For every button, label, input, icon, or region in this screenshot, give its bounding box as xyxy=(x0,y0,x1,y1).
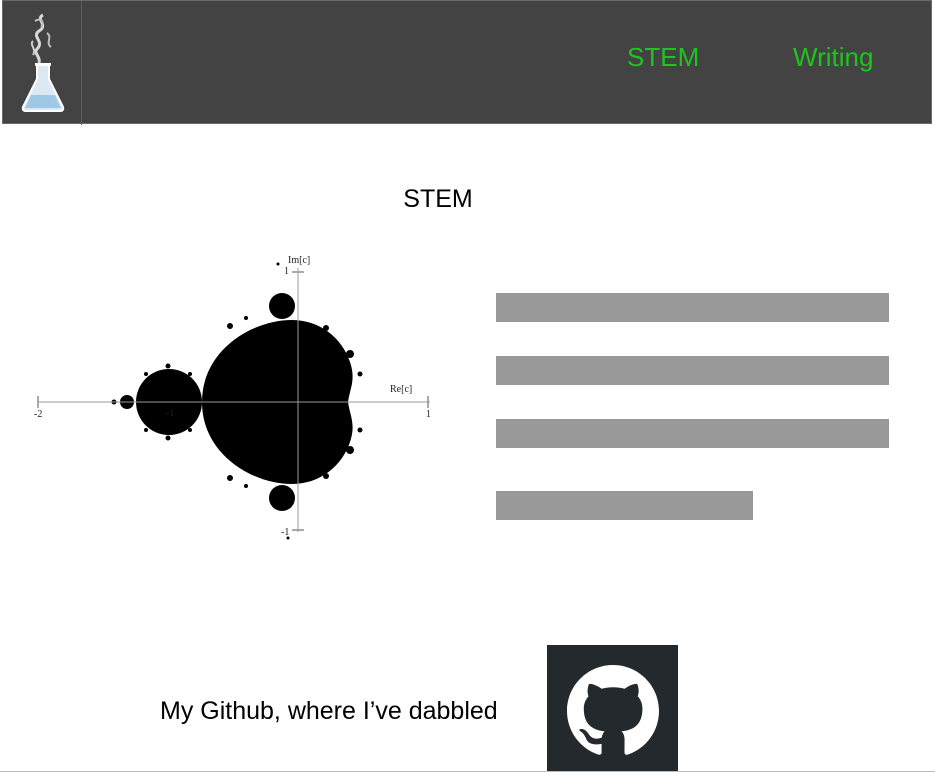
nav-link-stem[interactable]: STEM xyxy=(627,41,699,73)
im-top-tick: 1 xyxy=(284,266,289,277)
placeholder-bar xyxy=(496,356,889,385)
top-navbar: STEM Writing xyxy=(2,0,932,125)
placeholder-bar xyxy=(496,491,753,520)
github-link[interactable] xyxy=(547,645,678,772)
github-icon xyxy=(567,665,659,755)
nav-link-writing[interactable]: Writing xyxy=(793,41,873,73)
site-logo[interactable] xyxy=(3,1,82,125)
re-left-tick: -2 xyxy=(34,409,42,420)
re-axis-label: Re[c] xyxy=(390,384,412,395)
github-caption: My Github, where I’ve dabbled xyxy=(160,697,498,725)
re-right-tick: 1 xyxy=(426,409,431,420)
placeholder-bar xyxy=(496,419,889,448)
page-title: STEM xyxy=(403,185,473,213)
im-bottom-tick: -1 xyxy=(281,527,289,538)
re-minus-one-tick: -1 xyxy=(166,408,174,419)
mandelbrot-figure: Im[c] 1 -1 Re[c] -2 -1 1 xyxy=(34,255,431,540)
im-axis-label: Im[c] xyxy=(288,255,310,266)
flask-logo-icon xyxy=(21,13,65,112)
placeholder-bar xyxy=(496,293,889,322)
